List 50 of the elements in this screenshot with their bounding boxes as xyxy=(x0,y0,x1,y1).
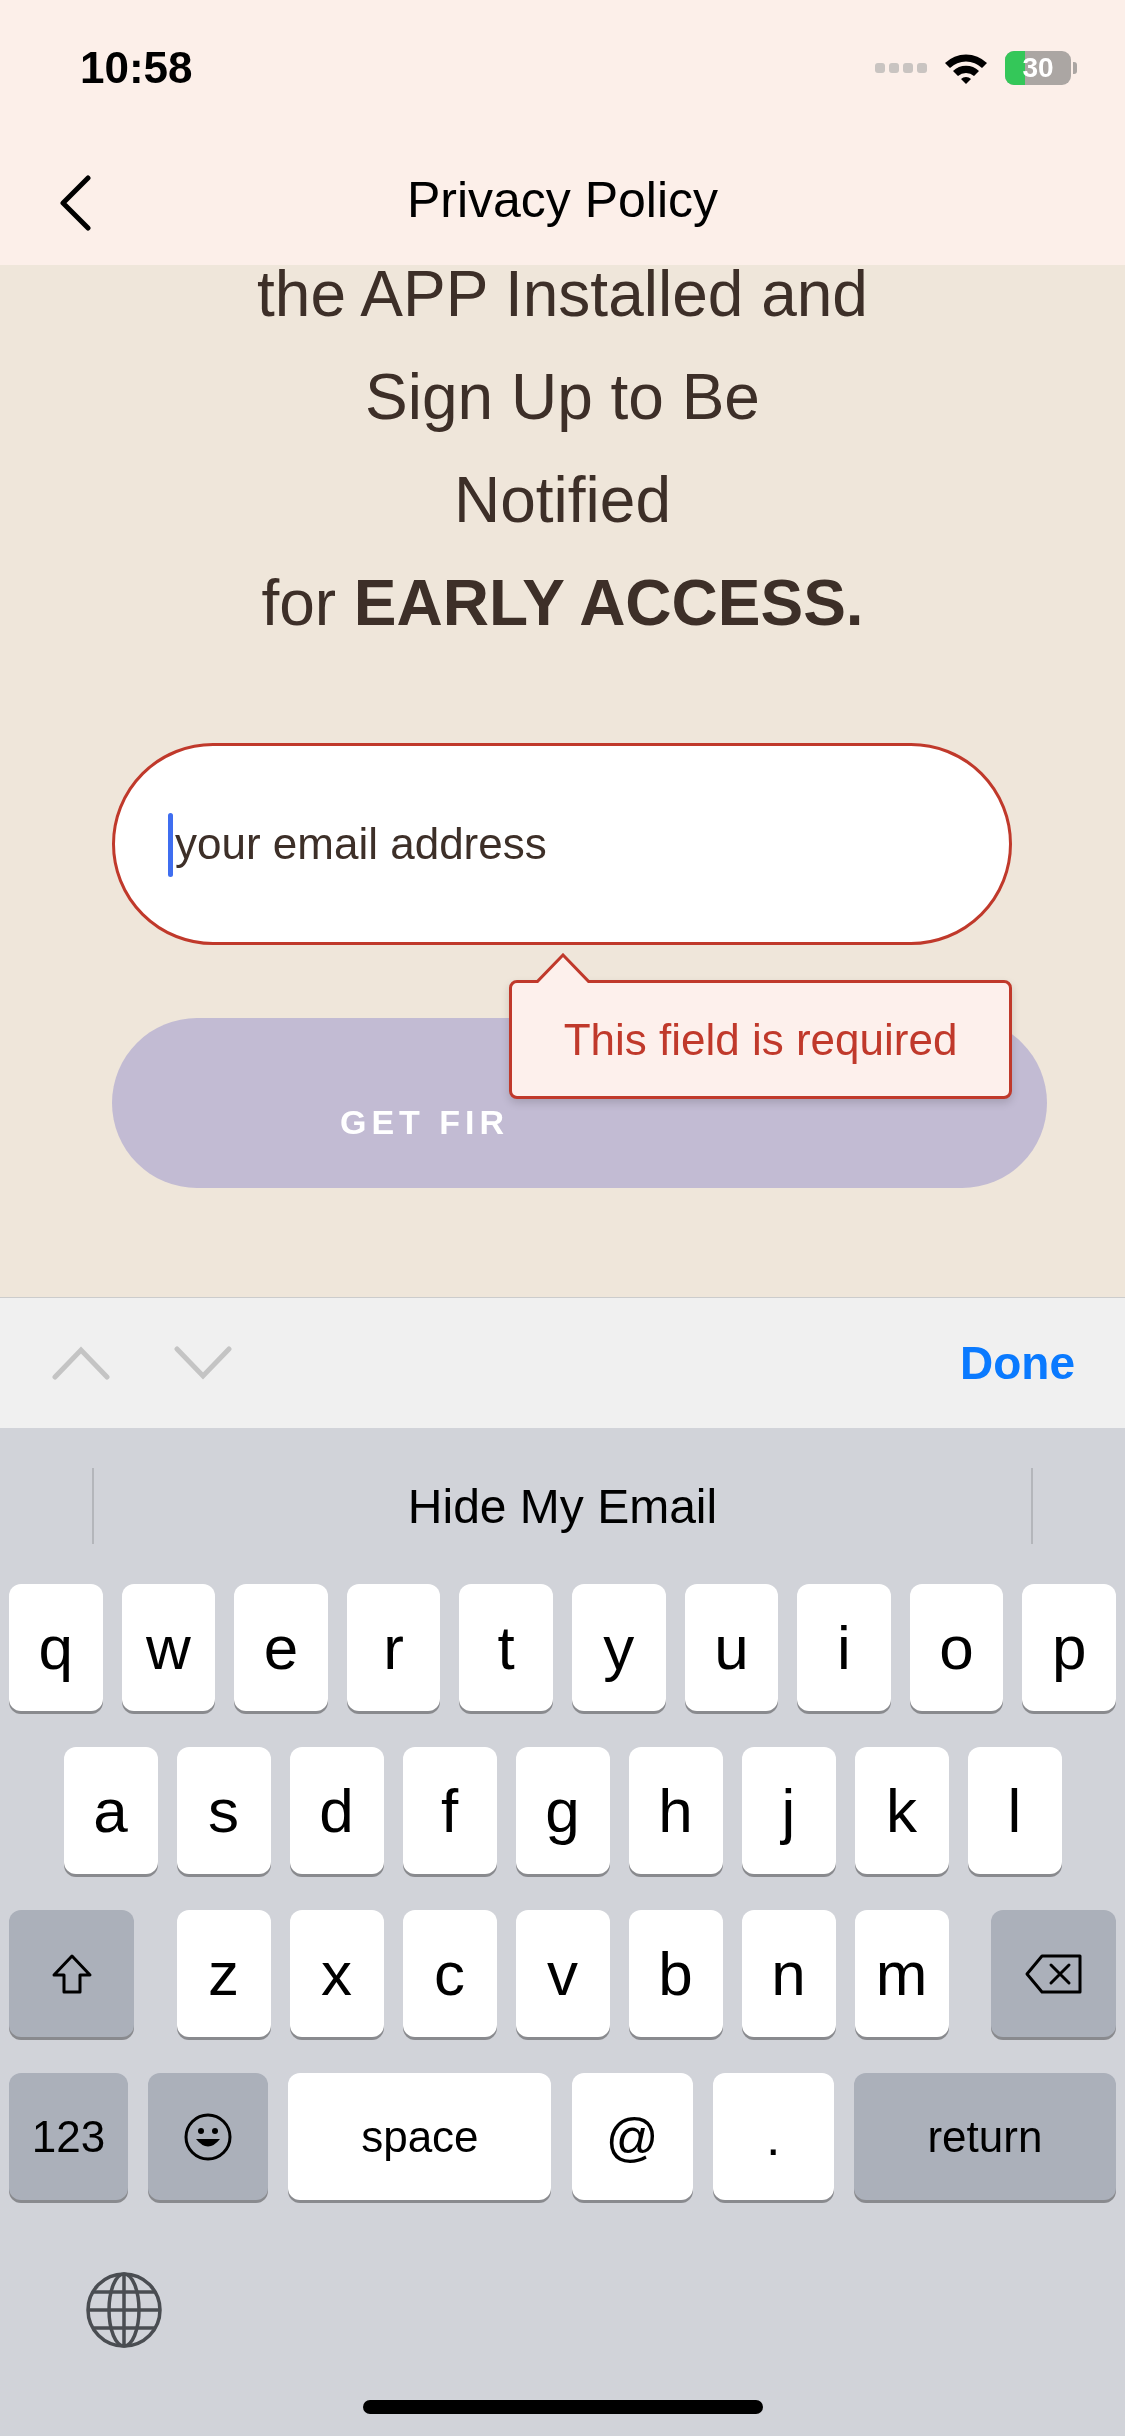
space-key[interactable]: space xyxy=(288,2073,552,2200)
email-field[interactable]: your email address xyxy=(112,743,1012,945)
headline-line: Notified xyxy=(454,463,671,538)
letter-key[interactable]: u xyxy=(684,1584,779,1711)
status-time: 10:58 xyxy=(80,42,193,93)
return-key[interactable]: return xyxy=(853,2073,1116,2200)
letter-key[interactable]: t xyxy=(459,1584,553,1711)
headline-line: the APP Installed and xyxy=(257,257,868,332)
done-button[interactable]: Done xyxy=(960,1336,1075,1390)
delete-icon xyxy=(1023,1952,1084,1995)
letter-key[interactable]: i xyxy=(797,1584,891,1711)
delete-key[interactable] xyxy=(991,1910,1116,2037)
letter-key[interactable]: b xyxy=(628,1910,723,2037)
letter-key[interactable]: a xyxy=(63,1747,158,1874)
letter-key[interactable]: w xyxy=(121,1584,216,1711)
letter-key[interactable]: s xyxy=(176,1747,271,1874)
letter-key[interactable]: h xyxy=(628,1747,723,1874)
letter-key[interactable]: j xyxy=(741,1747,836,1874)
letter-key[interactable]: x xyxy=(289,1910,384,2037)
letter-key[interactable]: v xyxy=(515,1910,610,2037)
emoji-icon xyxy=(183,2111,234,2162)
shift-key[interactable] xyxy=(9,1910,134,2037)
letter-key[interactable]: d xyxy=(289,1747,384,1874)
letter-key[interactable]: p xyxy=(1022,1584,1116,1711)
period-key[interactable]: . xyxy=(712,2073,834,2200)
headline-line: for EARLY ACCESS. xyxy=(261,566,864,641)
back-icon[interactable] xyxy=(58,175,92,231)
tooltip-pointer xyxy=(535,953,591,983)
letter-key[interactable]: n xyxy=(741,1910,836,2037)
at-key[interactable]: @ xyxy=(571,2073,693,2200)
letter-key[interactable]: q xyxy=(9,1584,103,1711)
letter-key[interactable]: c xyxy=(402,1910,497,2037)
headline-line: Sign Up to Be xyxy=(365,360,760,435)
letter-key[interactable]: e xyxy=(234,1584,328,1711)
globe-icon[interactable] xyxy=(84,2270,164,2350)
letter-key[interactable]: o xyxy=(909,1584,1004,1711)
letter-key[interactable]: f xyxy=(402,1747,497,1874)
letter-key[interactable]: r xyxy=(346,1584,441,1711)
signal-icon xyxy=(875,60,927,75)
letter-key[interactable]: m xyxy=(854,1910,949,2037)
suggestion-item[interactable]: Hide My Email xyxy=(407,1478,718,1534)
page-title: Privacy Policy xyxy=(406,171,719,229)
letter-key[interactable]: l xyxy=(967,1747,1062,1874)
letter-key[interactable]: y xyxy=(572,1584,666,1711)
letter-key[interactable]: g xyxy=(515,1747,610,1874)
emoji-key[interactable] xyxy=(148,2073,269,2200)
error-tooltip: This field is required xyxy=(509,953,1012,1099)
numbers-key[interactable]: 123 xyxy=(9,2073,128,2200)
letter-key[interactable]: z xyxy=(176,1910,271,2037)
letter-key[interactable]: k xyxy=(854,1747,949,1874)
